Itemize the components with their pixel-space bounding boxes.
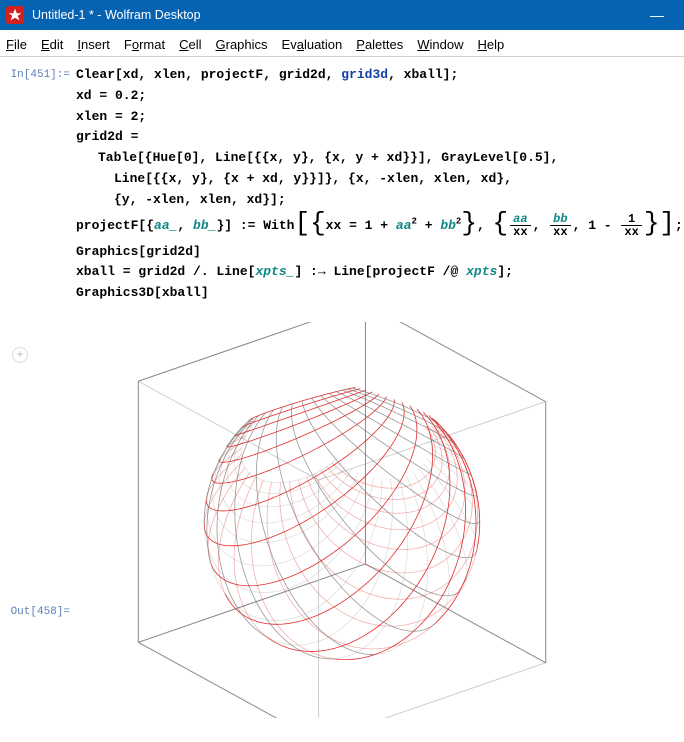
input-code[interactable]: Clear[xd, xlen, projectF, grid2d, grid3d… xyxy=(76,65,683,304)
menu-bar: File Edit Insert Format Cell Graphics Ev… xyxy=(0,30,684,57)
graphics3d-output[interactable] xyxy=(82,322,612,718)
menu-insert[interactable]: Insert xyxy=(77,37,110,52)
wolfram-icon xyxy=(6,6,24,24)
menu-edit[interactable]: Edit xyxy=(41,37,63,52)
menu-help[interactable]: Help xyxy=(478,37,505,52)
menu-palettes[interactable]: Palettes xyxy=(356,37,403,52)
out-label: Out[458]= xyxy=(10,602,76,618)
cell-insertion-icon[interactable]: + xyxy=(12,347,28,363)
notebook-area[interactable]: In[451]:= Clear[xd, xlen, projectF, grid… xyxy=(0,57,684,726)
title-bar: Untitled-1 * - Wolfram Desktop — xyxy=(0,0,684,30)
menu-file[interactable]: File xyxy=(6,37,27,52)
in-label: In[451]:= xyxy=(10,65,76,81)
menu-cell[interactable]: Cell xyxy=(179,37,201,52)
menu-format[interactable]: Format xyxy=(124,37,165,52)
minimize-button[interactable]: — xyxy=(636,0,678,30)
menu-window[interactable]: Window xyxy=(417,37,463,52)
window-title: Untitled-1 * - Wolfram Desktop xyxy=(32,8,636,22)
input-cell[interactable]: In[451]:= Clear[xd, xlen, projectF, grid… xyxy=(10,65,676,304)
menu-evaluation[interactable]: Evaluation xyxy=(282,37,343,52)
menu-graphics[interactable]: Graphics xyxy=(216,37,268,52)
